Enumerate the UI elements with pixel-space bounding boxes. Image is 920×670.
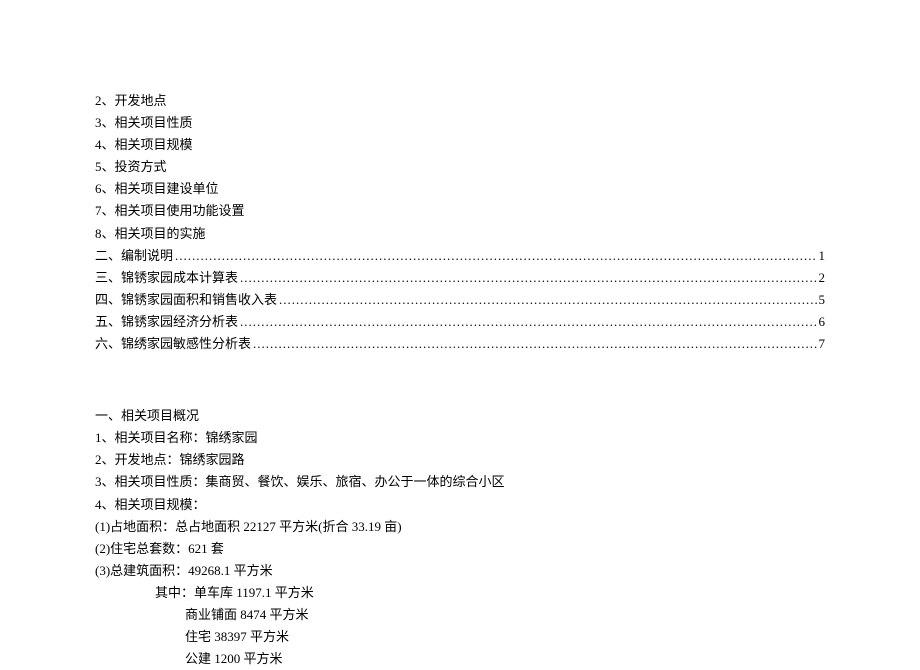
toc-page: 1 (819, 245, 826, 267)
toc-entry: 二、编制说明 .................................… (95, 245, 825, 267)
toc-leader: ........................................… (175, 245, 816, 267)
toc-leader: ........................................… (240, 311, 816, 333)
outline-item: 8、相关项目的实施 (95, 223, 825, 245)
breakdown-item: 公建 1200 平方米 (95, 648, 825, 670)
toc-leader: ........................................… (240, 267, 816, 289)
detail-name: 1、相关项目名称：锦绣家园 (95, 427, 825, 449)
toc-entry: 五、锦锈家园经济分析表 ............................… (95, 311, 825, 333)
toc-title: 四、锦锈家园面积和销售收入表 (95, 289, 277, 311)
outline-item: 6、相关项目建设单位 (95, 178, 825, 200)
toc-page: 7 (819, 333, 826, 355)
toc-title: 二、编制说明 (95, 245, 173, 267)
scale-item: (1)占地面积：总占地面积 22127 平方米(折合 33.19 亩) (95, 516, 825, 538)
breakdown-item: 商业铺面 8474 平方米 (95, 604, 825, 626)
toc-leader: ........................................… (253, 333, 816, 355)
toc-title: 五、锦锈家园经济分析表 (95, 311, 238, 333)
document-page: 2、开发地点 3、相关项目性质 4、相关项目规模 5、投资方式 6、相关项目建设… (95, 90, 825, 670)
toc-entry: 六、锦绣家园敏感性分析表 ...........................… (95, 333, 825, 355)
outline-item: 4、相关项目规模 (95, 134, 825, 156)
detail-location: 2、开发地点：锦绣家园路 (95, 449, 825, 471)
scale-item: (2)住宅总套数：621 套 (95, 538, 825, 560)
section-heading: 一、相关项目概况 (95, 405, 825, 427)
toc-entry: 三、锦锈家园成本计算表 ............................… (95, 267, 825, 289)
toc-page: 2 (819, 267, 826, 289)
toc-entry: 四、锦锈家园面积和销售收入表 .........................… (95, 289, 825, 311)
section-body: 一、相关项目概况 1、相关项目名称：锦绣家园 2、开发地点：锦绣家园路 3、相关… (95, 405, 825, 670)
toc-page: 6 (819, 311, 826, 333)
toc-title: 三、锦锈家园成本计算表 (95, 267, 238, 289)
breakdown-lead: 其中：单车库 1197.1 平方米 (95, 582, 825, 604)
outline-item: 5、投资方式 (95, 156, 825, 178)
table-of-contents: 二、编制说明 .................................… (95, 245, 825, 355)
outline-item: 2、开发地点 (95, 90, 825, 112)
outline-item: 7、相关项目使用功能设置 (95, 200, 825, 222)
toc-page: 5 (819, 289, 826, 311)
breakdown-item: 住宅 38397 平方米 (95, 626, 825, 648)
toc-title: 六、锦绣家园敏感性分析表 (95, 333, 251, 355)
outline-item: 3、相关项目性质 (95, 112, 825, 134)
toc-leader: ........................................… (279, 289, 816, 311)
scale-item: (3)总建筑面积：49268.1 平方米 (95, 560, 825, 582)
detail-nature: 3、相关项目性质：集商贸、餐饮、娱乐、旅宿、办公于一体的综合小区 (95, 471, 825, 493)
outline-list: 2、开发地点 3、相关项目性质 4、相关项目规模 5、投资方式 6、相关项目建设… (95, 90, 825, 245)
detail-scale-heading: 4、相关项目规模： (95, 494, 825, 516)
